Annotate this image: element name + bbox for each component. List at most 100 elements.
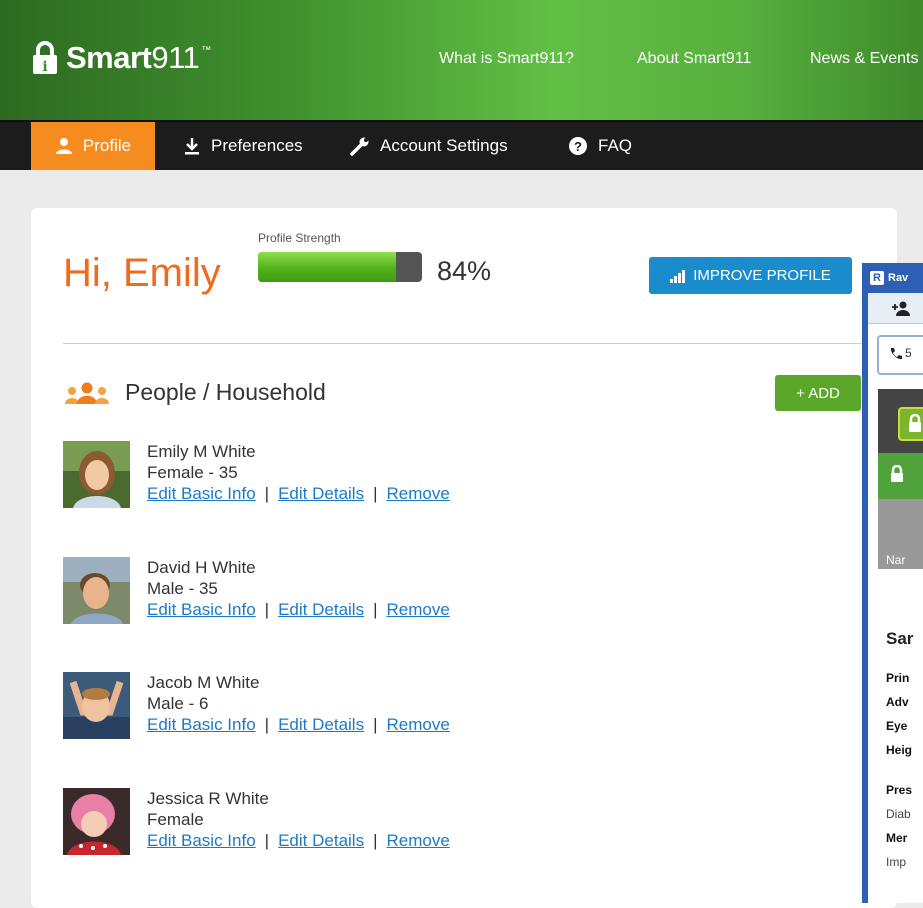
app-r-icon: R <box>870 271 884 285</box>
remove-link[interactable]: Remove <box>387 484 450 503</box>
lock-icon <box>891 465 903 482</box>
separator: | <box>373 600 378 619</box>
svg-text:?: ? <box>574 139 582 154</box>
edit-basic-info-link[interactable]: Edit Basic Info <box>147 600 256 619</box>
wrench-icon <box>350 136 370 156</box>
person-actions: Edit Basic Info | Edit Details | Remove <box>147 483 450 504</box>
person-detail: Female <box>147 810 204 829</box>
tab-account-settings[interactable]: Account Settings <box>350 122 508 170</box>
smart911-logo[interactable]: i Smart911 ™ <box>30 40 211 76</box>
remove-link[interactable]: Remove <box>387 715 450 734</box>
overlay-field-label: Eye <box>886 719 908 733</box>
overlay-med-label: Mer <box>886 831 908 845</box>
person-info: Jessica R White Female Edit Basic Info | E… <box>147 788 450 851</box>
lock-icon: i <box>33 41 57 75</box>
edit-basic-info-link[interactable]: Edit Basic Info <box>147 715 256 734</box>
lock-icon <box>909 413 921 432</box>
profile-strength-fill <box>258 252 396 282</box>
avatar <box>63 557 130 624</box>
edit-details-link[interactable]: Edit Details <box>278 484 364 503</box>
overlay-lock-badge <box>898 407 923 441</box>
overlay-person-name: Sar <box>886 629 914 648</box>
avatar <box>63 788 130 855</box>
nav-news-events[interactable]: News & Events <box>810 50 918 68</box>
overlay-title-text: Rav <box>888 272 909 284</box>
person-info: David H White Male - 35 Edit Basic Info |… <box>147 557 450 620</box>
tab-preferences-label: Preferences <box>211 136 303 155</box>
person-name: Emily M White <box>147 442 256 461</box>
person-row: Emily M White Female - 35 Edit Basic Inf… <box>63 441 663 511</box>
edit-details-link[interactable]: Edit Details <box>278 831 364 850</box>
person-name: Jacob M White <box>147 673 260 692</box>
improve-profile-button[interactable]: IMPROVE PROFILE <box>649 257 852 294</box>
overlay-pres-label: Pres <box>886 783 913 797</box>
separator: | <box>264 715 270 734</box>
person-info: Jacob M White Male - 6 Edit Basic Info | E… <box>147 672 450 735</box>
avatar <box>63 672 130 739</box>
profile-strength-value: 84% <box>437 256 492 286</box>
profile-strength-label: Profile Strength <box>258 231 341 245</box>
overlay-phone-text: 5 <box>905 346 912 360</box>
edit-basic-info-link[interactable]: Edit Basic Info <box>147 831 256 850</box>
person-actions: Edit Basic Info | Edit Details | Remove <box>147 830 450 851</box>
overlay-green-bar <box>878 453 923 499</box>
site-header: i Smart911 ™ What is Smart911? About Smar… <box>0 0 923 120</box>
separator: | <box>264 600 270 619</box>
overlay-window[interactable]: R Rav 5 Nar Sar Prin Adv Eye Heig Pres D <box>862 263 923 903</box>
add-person-button[interactable]: + ADD <box>775 375 861 411</box>
brand-name: Smart911 <box>66 40 200 75</box>
edit-basic-info-link[interactable]: Edit Basic Info <box>147 484 256 503</box>
profile-strength-bar <box>258 252 422 282</box>
help-icon: ? <box>568 136 588 156</box>
person-row: Jessica R White Female Edit Basic Info | E… <box>63 788 663 858</box>
person-actions: Edit Basic Info | Edit Details | Remove <box>147 714 450 735</box>
nav-about-smart911[interactable]: About Smart911 <box>637 50 751 68</box>
account-tabs: Profile Preferences Account Settings ? F… <box>0 120 923 170</box>
tab-profile[interactable]: Profile <box>31 122 155 170</box>
edit-details-link[interactable]: Edit Details <box>278 715 364 734</box>
overlay-pres-value: Diab <box>886 807 911 821</box>
person-name: Jessica R White <box>147 789 269 808</box>
overlay-name-label: Nar <box>886 553 906 567</box>
nav-what-is-smart911[interactable]: What is Smart911? <box>439 50 574 68</box>
edit-details-link[interactable]: Edit Details <box>278 600 364 619</box>
tab-faq[interactable]: ? FAQ <box>568 122 632 170</box>
separator: | <box>373 831 378 850</box>
person-actions: Edit Basic Info | Edit Details | Remove <box>147 599 450 620</box>
person-detail: Female - 35 <box>147 463 238 482</box>
remove-link[interactable]: Remove <box>387 831 450 850</box>
household-title: People / Household <box>125 379 326 405</box>
tab-account-settings-label: Account Settings <box>380 136 508 155</box>
overlay-field-label: Adv <box>886 695 909 709</box>
overlay-phone-field[interactable]: 5 <box>877 335 923 375</box>
signal-icon <box>670 269 686 283</box>
overlay-med-value: Imp <box>886 855 907 869</box>
section-divider <box>63 343 863 344</box>
tab-preferences[interactable]: Preferences <box>183 122 303 170</box>
person-row: Jacob M White Male - 6 Edit Basic Info | E… <box>63 672 663 742</box>
svg-text:i: i <box>42 59 47 75</box>
overlay-dark-panel <box>878 389 923 453</box>
overlay-field-label: Prin <box>886 671 910 685</box>
phone-icon <box>890 348 902 360</box>
avatar <box>63 441 130 508</box>
separator: | <box>373 715 378 734</box>
person-detail: Male - 6 <box>147 694 209 713</box>
overlay-window-title: R Rav <box>870 271 908 285</box>
person-row: David H White Male - 35 Edit Basic Info |… <box>63 557 663 627</box>
person-detail: Male - 35 <box>147 579 218 598</box>
separator: | <box>264 484 270 503</box>
remove-link[interactable]: Remove <box>387 600 450 619</box>
overlay-gray-panel: Nar <box>878 499 923 569</box>
separator: | <box>373 484 378 503</box>
download-icon <box>183 137 201 155</box>
tab-profile-label: Profile <box>82 136 132 155</box>
overlay-content: 5 Nar Sar Prin Adv Eye Heig Pres Diab Me… <box>868 293 923 903</box>
trademark: ™ <box>201 44 212 56</box>
add-user-icon[interactable] <box>892 301 912 317</box>
greeting: Hi, Emily <box>63 251 221 295</box>
person-info: Emily M White Female - 35 Edit Basic Inf… <box>147 441 450 504</box>
people-icon <box>64 380 110 411</box>
user-icon <box>55 137 73 155</box>
person-name: David H White <box>147 558 256 577</box>
